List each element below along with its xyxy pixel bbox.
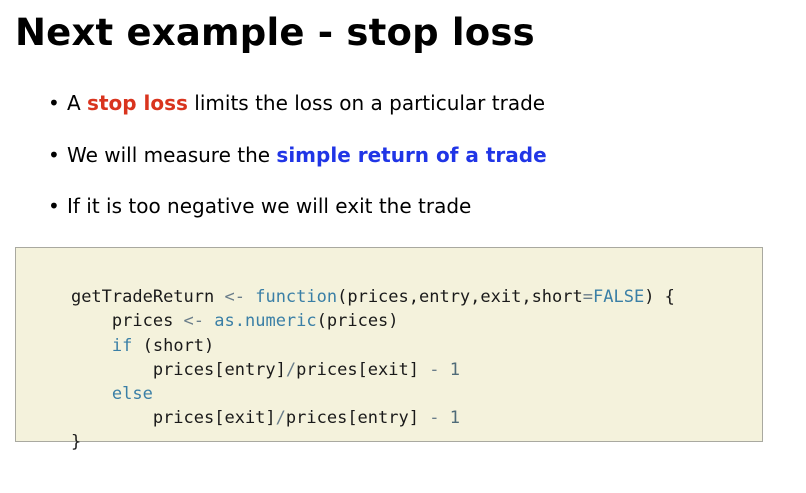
code-token: else [111,383,153,404]
bullet-icon: • [48,194,60,218]
code-token: <- [183,311,205,332]
bullet-icon: • [48,142,60,167]
code-token: - [429,359,440,380]
code-token: ) { [644,287,675,308]
bullet-item: • If it is too negative we will exit the… [48,189,547,223]
bullet-text: A [67,91,88,115]
code-token: prices[exit] [296,359,430,380]
slide-title: Next example - stop loss [15,11,535,54]
code-block: getTradeReturn <- function(prices,entry,… [15,247,763,452]
bullet-text: limits the loss on a particular trade [187,91,546,115]
code-token: prices[exit] [70,408,276,429]
code-line: getTradeReturn <- function(prices,entry,… [30,261,762,307]
code-token: prices[entry] [70,359,286,380]
code-token: 1 [449,408,460,429]
bullet-highlight: stop loss [87,91,188,115]
code-token: / [285,359,297,380]
code-token: } [70,432,82,453]
code-token: getTradeReturn [70,287,225,308]
code-token: <- [224,287,245,308]
bullet-icon: • [48,91,60,115]
code-token: (prices,entry,exit,short [337,287,583,308]
bullet-text: We will measure the [67,142,277,167]
code-token: function [255,287,338,308]
bullet-item: • A stop loss limits the loss on a parti… [48,86,547,120]
code-token: (short) [132,335,215,356]
bullet-item: • We will measure the simple return of a… [48,138,547,172]
code-token: - [429,408,440,429]
bullet-list: • A stop loss limits the loss on a parti… [48,86,547,241]
code-token: / [275,408,286,429]
code-token: = [582,287,593,308]
bullet-text: If it is too negative we will exit the t… [67,194,472,218]
code-token: if [111,335,133,356]
code-token: 1 [449,359,460,380]
bullet-highlight: simple return of a trade [276,142,547,167]
code-token: FALSE [593,287,645,308]
code-token: prices [70,311,184,332]
code-token: (prices) [316,311,399,332]
code-token: as.numeric [214,311,317,332]
code-token: prices[entry] [285,408,430,429]
